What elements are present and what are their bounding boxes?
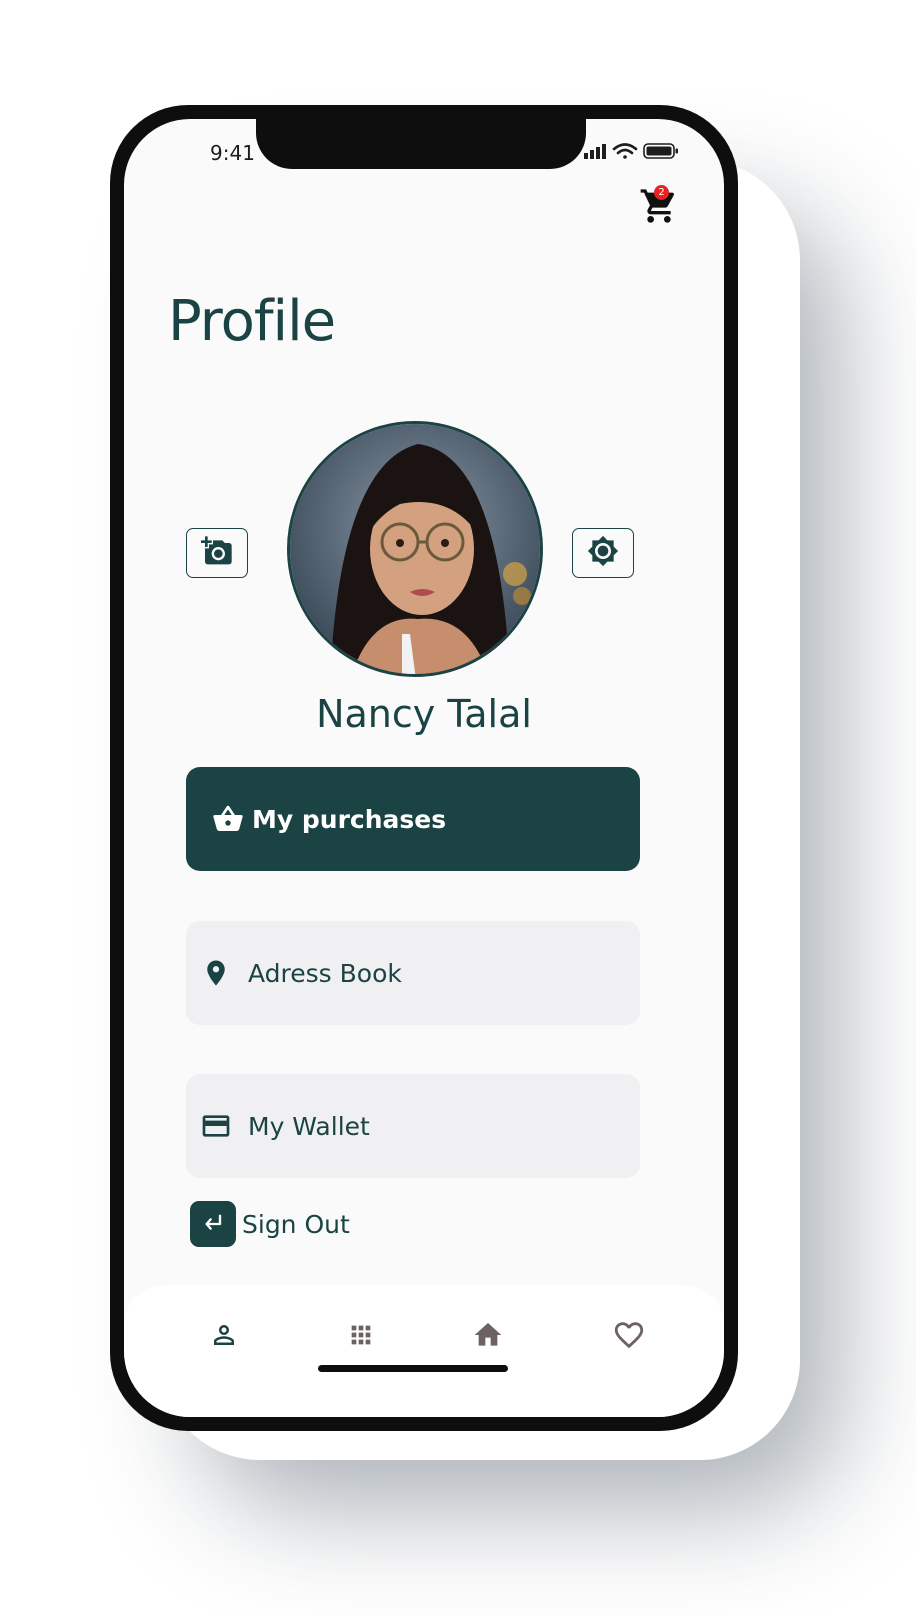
status-time: 9:41 [210,141,255,165]
nav-categories[interactable] [341,1317,381,1357]
wifi-icon [612,143,638,159]
add-photo-button[interactable] [186,528,248,578]
sign-out-label: Sign Out [242,1209,350,1239]
sign-out-icon [190,1201,236,1247]
grid-icon [347,1321,375,1353]
nav-favorites[interactable] [609,1317,649,1357]
basket-icon [212,803,244,835]
credit-card-icon [200,1110,232,1142]
signal-icon [584,144,606,159]
address-book-label: Adress Book [248,958,402,988]
my-wallet-button[interactable]: My Wallet [186,1074,640,1178]
brightness-button[interactable] [572,528,634,578]
address-book-button[interactable]: Adress Book [186,921,640,1025]
user-name: Nancy Talal [316,692,532,736]
add-photo-icon [201,535,233,571]
heart-icon [612,1318,646,1356]
my-purchases-label: My purchases [252,804,447,834]
location-pin-icon [200,957,232,989]
home-indicator [318,1365,508,1372]
nav-profile[interactable] [204,1317,244,1357]
my-wallet-label: My Wallet [248,1111,370,1141]
person-icon [209,1320,239,1354]
status-icons [582,141,682,163]
cart-badge: 2 [654,185,669,200]
home-icon [472,1319,504,1355]
sign-out-button[interactable]: Sign Out [190,1201,350,1247]
my-purchases-button[interactable]: My purchases [186,767,640,871]
phone-screen: 9:41 2 Profile Nancy Talal My purchases … [124,119,724,1417]
battery-icon [643,143,678,159]
brightness-icon [587,535,619,571]
notch [256,119,586,169]
avatar [287,421,543,677]
nav-home[interactable] [468,1317,508,1357]
page-title: Profile [168,289,336,354]
bottom-nav [124,1285,724,1417]
